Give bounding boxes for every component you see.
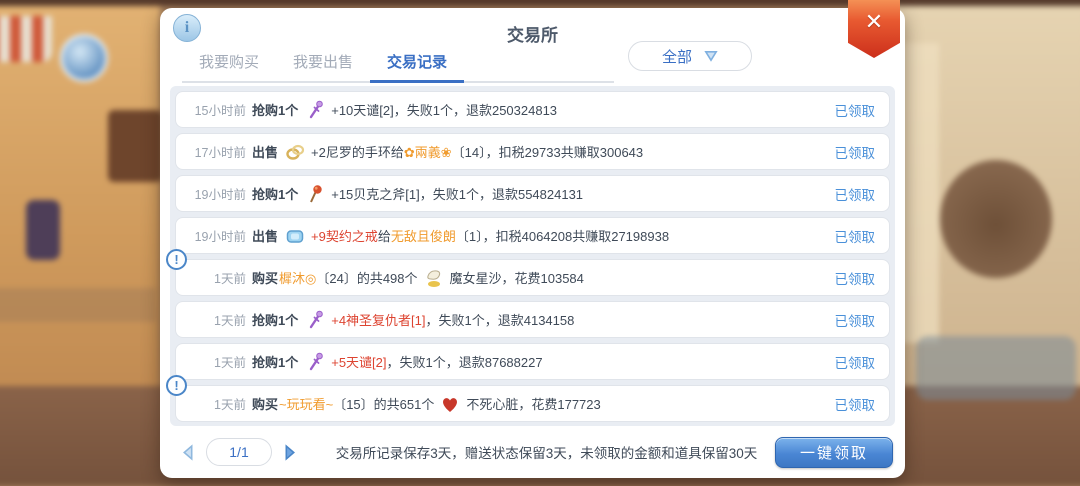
row-time: 19小时前 [186,184,246,203]
row-text-segment: ，失败1个，退款4134158 [426,310,575,329]
row-text-segment: 樨沐◎ [279,268,316,287]
claimed-status: 已领取 [827,226,876,246]
transaction-row: 1天前 抢购1个 +5天谴[2]，失败1个，退款87688227 已领取 [175,343,890,380]
row-action: 抢购1个 [252,184,298,203]
transaction-row: ! 1天前 购买 樨沐◎〔24〕的共498个魔女星沙，花费103584 已领取 [175,259,890,296]
row-action: 抢购1个 [252,100,298,119]
transaction-list: 15小时前 抢购1个 +10天谴[2]，失败1个，退款250324813 已领取… [175,91,890,422]
row-action: 购买 [252,394,278,413]
filter-dropdown[interactable]: 全部 [628,41,752,71]
row-description: +4神圣复仇者[1]，失败1个，退款4134158 [299,309,574,331]
transaction-row: 19小时前 抢购1个 +15贝克之斧[1]，失败1个，退款554824131 已… [175,175,890,212]
row-description: ~玩玩看~〔15〕的共651个 不死心脏，花费177723 [279,393,601,415]
claimed-status: 已领取 [827,268,876,288]
row-text-segment: +2尼罗的手环给 [311,142,404,161]
transaction-row: 1天前 抢购1个 +4神圣复仇者[1]，失败1个，退款4134158 已领取 [175,301,890,338]
claimed-status: 已领取 [827,310,876,330]
row-text-segment: +9契约之戒 [311,226,378,245]
background-roof-beam [0,0,1080,6]
row-text-segment: 魔女星沙，花费103584 [450,268,584,287]
claim-all-button[interactable]: 一键领取 [775,437,893,468]
heart-icon [439,393,461,415]
row-text-segment: 无敌且俊朗 [391,226,456,245]
blue-ring-icon [284,225,306,247]
page-title: 交易所 [160,21,905,46]
row-text-segment: 给 [378,226,391,245]
background-shop-sign [60,34,108,82]
filter-selected-value: 全部 [662,46,692,67]
footer-bar: 1/1 交易所记录保存3天，赠送状态保留3天，未领取的金额和道具保留30天 一键… [160,426,905,478]
transaction-row: 19小时前 出售 +9契约之戒给无敌且俊朗〔1〕，扣税4064208共赚取271… [175,217,890,254]
row-time: 17小时前 [186,142,246,161]
sand-pouch-icon [423,267,445,289]
tab-records[interactable]: 交易记录 [370,46,464,83]
page-indicator: 1/1 [206,438,272,466]
row-action: 购买 [252,268,278,287]
claimed-status: 已领取 [827,184,876,204]
claimed-status: 已领取 [827,394,876,414]
row-action: 抢购1个 [252,352,298,371]
row-description: +2尼罗的手环给✿兩義❀〔14〕，扣税29733共赚取300643 [279,141,643,163]
row-description: +5天谴[2]，失败1个，退款87688227 [299,351,542,373]
alert-icon: ! [166,249,187,270]
row-time: 1天前 [186,394,246,413]
row-action: 抢购1个 [252,310,298,329]
background-step [0,288,156,322]
row-time: 15小时前 [186,100,246,119]
row-text-segment: +10天谴[2]，失败1个，退款250324813 [331,100,557,119]
background-awning [0,16,52,62]
row-text-segment: ，失败1个，退款87688227 [387,352,543,371]
pagination: 1/1 [180,438,298,466]
tab-sell[interactable]: 我要出售 [276,46,370,83]
row-text-segment: +4神圣复仇者[1] [331,310,425,329]
row-text-segment: ✿兩義❀ [404,142,452,161]
row-time: 1天前 [186,310,246,329]
transaction-row: 15小时前 抢购1个 +10天谴[2]，失败1个，退款250324813 已领取 [175,91,890,128]
row-description: +9契约之戒给无敌且俊朗〔1〕，扣税4064208共赚取27198938 [279,225,669,247]
chevron-down-icon [704,50,718,62]
transaction-row: 17小时前 出售 +2尼罗的手环给✿兩義❀〔14〕，扣税29733共赚取3006… [175,133,890,170]
retention-notice: 交易所记录保存3天，赠送状态保留3天，未领取的金额和道具保留30天 [298,442,775,462]
alert-icon: ! [166,375,187,396]
row-text-segment: 〔14〕，扣税29733共赚取300643 [452,142,644,161]
row-action: 出售 [252,226,278,245]
prev-page-icon[interactable] [180,444,197,461]
row-description: +10天谴[2]，失败1个，退款250324813 [299,99,557,121]
row-text-segment: 〔15〕的共651个 [333,394,434,413]
tab-bar: 我要购买 我要出售 交易记录 [182,46,614,83]
next-page-icon[interactable] [281,444,298,461]
row-description: +15贝克之斧[1]，失败1个，退款554824131 [299,183,583,205]
close-icon[interactable]: ✕ [848,0,900,58]
wand-icon [304,99,326,121]
tab-buy[interactable]: 我要购买 [182,46,276,83]
claimed-status: 已领取 [827,142,876,162]
background-shadow [916,336,1076,400]
exchange-dialog: i 交易所 ✕ 我要购买 我要出售 交易记录 全部 15小时前 抢购1个 +10… [160,8,905,478]
row-text-segment: 〔24〕的共498个 [316,268,417,287]
background-mailbox [26,200,60,260]
background-window [108,110,162,182]
row-action: 出售 [252,142,278,161]
axe-icon [304,183,326,205]
row-text-segment: 不死心脏，花费177723 [466,394,600,413]
row-time: 19小时前 [186,226,246,245]
row-time: 1天前 [186,268,246,287]
wand-icon [304,351,326,373]
bracelet-icon [284,141,306,163]
row-description: 樨沐◎〔24〕的共498个 魔女星沙，花费103584 [279,267,584,289]
claimed-status: 已领取 [827,352,876,372]
transaction-row: ! 1天前 购买 ~玩玩看~〔15〕的共651个不死心脏，花费177723 已领… [175,385,890,422]
row-text-segment: +5天谴[2] [331,352,386,371]
claimed-status: 已领取 [827,100,876,120]
transaction-list-panel: 15小时前 抢购1个 +10天谴[2]，失败1个，退款250324813 已领取… [170,86,895,426]
row-text-segment: ~玩玩看~ [279,394,333,413]
row-time: 1天前 [186,352,246,371]
wand-icon [304,309,326,331]
row-text-segment: 〔1〕，扣税4064208共赚取27198938 [456,226,669,245]
background-arch [940,160,1052,278]
row-text-segment: +15贝克之斧[1]，失败1个，退款554824131 [331,184,583,203]
